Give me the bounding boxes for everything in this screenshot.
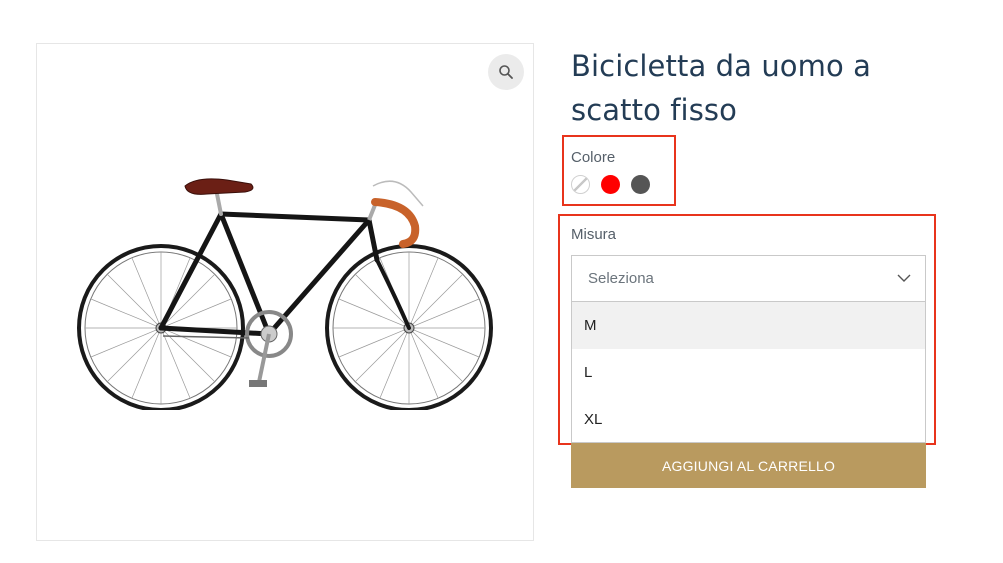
size-dropdown-list: M L XL: [571, 302, 926, 443]
swatch-dark-gray[interactable]: [631, 175, 650, 194]
size-option-l[interactable]: L: [572, 349, 925, 396]
size-select[interactable]: Seleziona: [571, 255, 926, 302]
handlebar: [367, 180, 424, 248]
size-option-m[interactable]: M: [572, 302, 925, 349]
zoom-button[interactable]: [488, 54, 524, 90]
chevron-down-icon: [897, 274, 911, 282]
product-title-line2: scatto fisso: [571, 93, 737, 127]
swatch-red[interactable]: [601, 175, 620, 194]
color-swatches: [571, 175, 650, 194]
swatch-none[interactable]: [571, 175, 590, 194]
product-title-line1: Bicicletta da uomo a: [571, 49, 872, 83]
size-label: Misura: [571, 226, 617, 243]
product-image-gallery: [36, 43, 534, 541]
bicycle-product-image[interactable]: [77, 170, 497, 410]
product-summary: Bicicletta da uomo a scatto fisso: [571, 44, 931, 132]
size-option-xl[interactable]: XL: [572, 396, 925, 443]
product-title: Bicicletta da uomo a scatto fisso: [571, 44, 931, 132]
saddle: [184, 178, 254, 195]
add-to-cart-button[interactable]: AGGIUNGI AL CARRELLO: [571, 443, 926, 488]
magnifier-icon: [499, 65, 513, 79]
color-label: Colore: [571, 149, 616, 166]
size-select-placeholder: Seleziona: [588, 270, 654, 287]
color-attribute: Colore: [571, 149, 650, 194]
